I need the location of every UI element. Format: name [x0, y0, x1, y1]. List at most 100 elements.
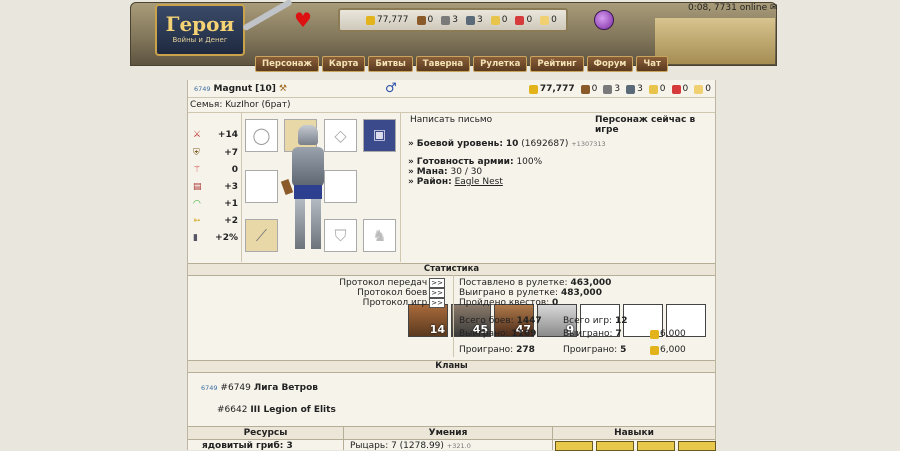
main-nav: Персонаж Карта Битвы Таверна Рулетка Рей…	[255, 56, 668, 72]
char-resource-ore: 3	[603, 84, 620, 94]
game-logo[interactable]: Герои Войны и Денег	[155, 4, 245, 56]
hammer-icon: ⚒	[278, 84, 287, 94]
battles-lost: Проиграно: 278	[459, 345, 535, 355]
resource-ore: 3	[441, 15, 458, 25]
sulfur-icon	[648, 84, 658, 94]
shield-icon: ⛉	[334, 226, 347, 245]
nav-tavern[interactable]: Таверна	[415, 56, 471, 72]
gold-icon	[650, 329, 659, 339]
nav-roulette[interactable]: Рулетка	[473, 56, 528, 72]
cloak-slot[interactable]	[245, 170, 278, 203]
char-resource-gems: 0	[694, 84, 711, 94]
clan-icon[interactable]: 6749	[201, 384, 218, 392]
battles-total: Всего боев: 1447	[459, 316, 542, 326]
shield-slot[interactable]: ⛉	[324, 219, 357, 252]
character-name[interactable]: Magnut	[214, 84, 253, 94]
district-link[interactable]: Eagle Nest	[455, 177, 503, 187]
stat-defense: ⛨ +7	[193, 148, 238, 158]
army-unit-1[interactable]: 14	[408, 304, 448, 337]
heart-icon[interactable]: ♥	[292, 10, 314, 30]
protocol-battles: Протокол боев >>	[357, 288, 445, 298]
nav-character[interactable]: Персонаж	[255, 56, 319, 72]
stat-morale: ➳ +2	[193, 216, 238, 226]
sword-icon: ⟋	[255, 226, 268, 245]
resource-sulfur: 0	[490, 15, 507, 25]
nav-rating[interactable]: Рейтинг	[530, 56, 584, 72]
stat-initiative: ▮ +2%	[193, 233, 238, 243]
write-letter-link[interactable]: Написать письмо	[410, 115, 492, 125]
nav-battles[interactable]: Битвы	[368, 56, 413, 72]
char-resource-sulfur: 0	[648, 84, 666, 94]
mana-row: » Мана: 30 / 30	[408, 167, 483, 177]
armor-slot[interactable]	[324, 170, 357, 203]
ring-icon: ◯	[252, 126, 271, 145]
combat-level-row: » Боевой уровень: 10 (1692687) +1307313	[408, 139, 606, 149]
char-resource-wood: 0	[580, 84, 597, 94]
gold-icon	[528, 84, 538, 94]
roulette-stats: Поставлено в рулетке: 463,000 Выиграно в…	[459, 278, 612, 308]
skills-header: Умения	[428, 428, 468, 438]
games-won: Выиграно: 7	[563, 329, 622, 339]
games-total: Всего игр: 12	[563, 316, 628, 326]
ore-icon	[441, 15, 451, 25]
protocol-battles-button[interactable]: >>	[429, 288, 445, 298]
amulet-slot[interactable]: ◇	[324, 119, 357, 152]
mail-icon[interactable]: ✉	[770, 3, 778, 13]
stat-luck: ◠ +1	[193, 199, 238, 209]
weapon-slot[interactable]: ⟋	[245, 219, 278, 252]
amulet-icon: ◇	[334, 126, 347, 145]
protocol-transfers: Протокол передач >>	[339, 278, 445, 288]
games-lost: Проиграно: 5	[563, 345, 627, 355]
clan-badge[interactable]: 6749	[194, 85, 211, 93]
clan-name-link[interactable]: Лига Ветров	[254, 383, 318, 393]
protocol-games-button[interactable]: >>	[429, 298, 445, 308]
attack-icon: ⚔	[193, 130, 202, 140]
sulfur-icon	[490, 15, 500, 25]
knight-portrait	[280, 125, 328, 255]
char-resource-gold: 77,777	[528, 84, 575, 94]
protocols: Протокол передач >> Протокол боев >> Прото…	[339, 278, 445, 308]
games-lost-gold: 6,000	[650, 345, 686, 355]
knowledge-icon: ▤	[193, 182, 202, 192]
potion-icon[interactable]	[594, 10, 614, 30]
mercury-icon	[626, 84, 636, 94]
army-readiness-row: » Готовность армии: 100%	[408, 157, 543, 167]
nav-map[interactable]: Карта	[321, 56, 366, 72]
logo-subtitle: Войны и Денег	[172, 36, 228, 44]
header-resources: 77,777 0 3 3 0 0 0	[338, 8, 568, 32]
mount-slot[interactable]: ♞	[363, 219, 396, 252]
online-state: Персонаж сейчас в игре	[595, 115, 696, 135]
nav-chat[interactable]: Чат	[636, 56, 668, 72]
header: Герои Войны и Денег ♥ 77,777 0 3 3 0 0 0…	[0, 0, 900, 78]
wood-icon	[416, 15, 426, 25]
resource-gold: 77,777	[366, 15, 409, 25]
spellpower-icon: ⚚	[193, 165, 202, 175]
gold-icon	[650, 345, 659, 355]
protocol-transfers-button[interactable]: >>	[429, 278, 445, 288]
clan-item: #6642 III Legion of Elits	[217, 405, 336, 415]
logo-title: Герои	[165, 12, 235, 36]
nav-forum[interactable]: Форум	[586, 56, 634, 72]
male-gender-icon: ♂	[385, 81, 397, 96]
ore-icon	[603, 84, 613, 94]
resources-header: Ресурсы	[243, 428, 288, 438]
district-row: » Район: Eagle Nest	[408, 177, 503, 187]
resource-crystal: 0	[515, 15, 532, 25]
initiative-icon: ▮	[193, 233, 198, 243]
character-panel: 6749 Magnut [10] ⚒ ♂ 77,777 0 3 3 0 0 0 …	[187, 80, 716, 451]
resource-gems: 0	[540, 15, 557, 25]
gold-icon	[366, 15, 375, 25]
abilities-header: Навыки	[614, 428, 654, 438]
statistics-header: Статистика	[188, 263, 715, 276]
clan-item: 6749 #6749 Лига Ветров	[201, 383, 318, 393]
book-slot[interactable]: ▣	[363, 119, 396, 152]
clan-name-link[interactable]: III Legion of Elits	[250, 405, 335, 415]
character-level: [10]	[255, 84, 276, 94]
crystal-icon	[515, 15, 525, 25]
defense-icon: ⛨	[193, 148, 200, 158]
morale-icon: ➳	[193, 216, 201, 226]
ring-slot[interactable]: ◯	[245, 119, 278, 152]
mercury-icon	[465, 15, 475, 25]
horse-icon: ♞	[372, 226, 387, 245]
stat-spellpower: ⚚ 0	[193, 165, 238, 175]
